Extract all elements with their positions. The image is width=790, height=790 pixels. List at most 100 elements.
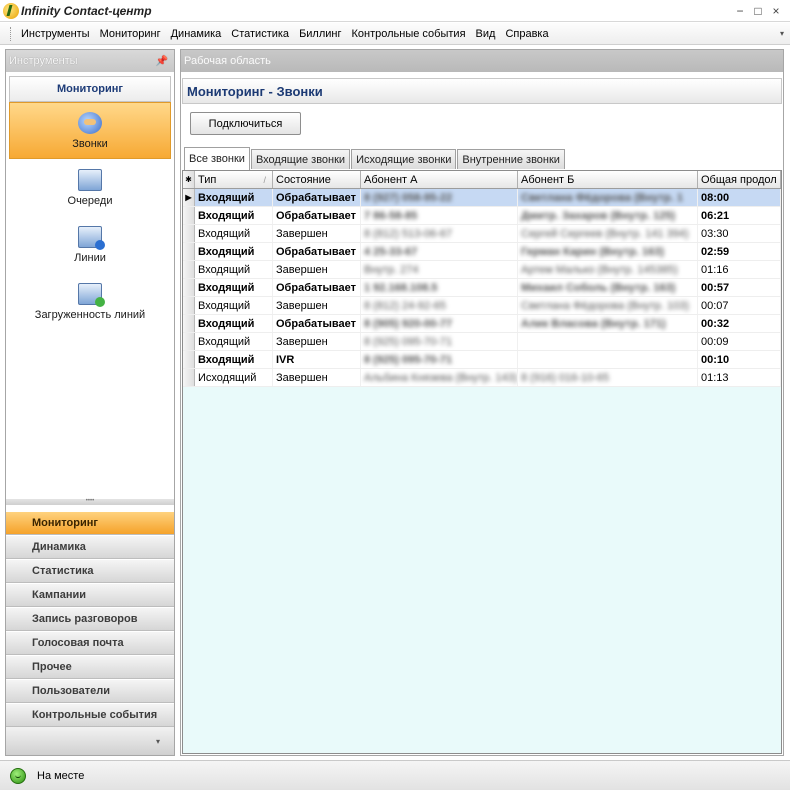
connect-button[interactable]: Подключиться <box>190 112 301 135</box>
table-row[interactable]: Входящий Завершен Внутр. 274 Артем Малько (… <box>183 261 781 279</box>
cell-duration: 00:09 <box>698 333 781 350</box>
tool-item-calls[interactable]: Звонки <box>9 102 171 159</box>
table-row[interactable]: Входящий Обрабатывает 1 92.168.108.5 Михаил… <box>183 279 781 297</box>
row-selector[interactable] <box>183 279 195 296</box>
row-selector[interactable] <box>183 333 195 350</box>
table-row[interactable]: Входящий Завершен 8 (925) 095-70-71 00:09 <box>183 333 781 351</box>
cell-subscriber-a-text: 8 (925) 095-70-71 <box>364 353 453 366</box>
tools-group-title[interactable]: Мониторинг <box>9 76 171 102</box>
row-pointer-icon[interactable]: ▶ <box>183 189 195 206</box>
cell-subscriber-a-text: 8 (812) 24-92-65 <box>364 299 446 312</box>
tab-all-calls[interactable]: Все звонки <box>184 147 250 170</box>
cell-type: Входящий <box>195 333 273 350</box>
cell-state-text: Обрабатывает <box>276 317 356 330</box>
grid-body: ▶ Входящий Обрабатывает 8 (927) 058-95-22 Св… <box>183 189 781 387</box>
menu-monitoring[interactable]: Мониторинг <box>95 28 166 40</box>
cell-state-text: Обрабатывает <box>276 245 356 258</box>
table-row[interactable]: Входящий IVR 8 (925) 095-70-71 00:10 <box>183 351 781 369</box>
nav-monitoring[interactable]: Мониторинг <box>6 511 174 535</box>
maximize-button[interactable]: □ <box>752 4 764 18</box>
row-selector[interactable] <box>183 297 195 314</box>
tab-outgoing-calls[interactable]: Исходящие звонки <box>351 149 457 169</box>
cell-state-text: Завершен <box>276 227 328 240</box>
cell-state: Обрабатывает <box>273 279 361 296</box>
title-bar: Infinity Contact-центр − □ × <box>0 0 790 22</box>
cell-duration-text: 01:13 <box>701 371 729 384</box>
nav-users[interactable]: Пользователи <box>6 679 174 703</box>
tab-internal-calls[interactable]: Внутренние звонки <box>457 149 565 169</box>
menu-control-events[interactable]: Контрольные события <box>347 28 471 40</box>
tool-item-lines[interactable]: Линии <box>9 216 171 273</box>
chevron-down-icon[interactable]: ▾ <box>156 737 160 746</box>
close-button[interactable]: × <box>770 4 782 18</box>
column-header-duration[interactable]: Общая продол <box>698 171 781 188</box>
menu-statistics[interactable]: Статистика <box>226 28 294 40</box>
tool-item-queues[interactable]: Очереди <box>9 159 171 216</box>
row-selector[interactable] <box>183 225 195 242</box>
nav-statistics[interactable]: Статистика <box>6 559 174 583</box>
tool-item-label: Очереди <box>67 194 113 207</box>
cell-type-text: Входящий <box>198 209 255 222</box>
column-header-subscriber-b[interactable]: Абонент Б <box>518 171 698 188</box>
row-selector[interactable] <box>183 261 195 278</box>
minimize-button[interactable]: − <box>734 4 746 18</box>
nav-campaigns[interactable]: Кампании <box>6 583 174 607</box>
workspace-header: Рабочая область <box>181 50 783 72</box>
cell-type: Входящий <box>195 207 273 224</box>
table-row[interactable]: Входящий Завершен 8 (812) 513-06-67 Сергей … <box>183 225 781 243</box>
column-header-type[interactable]: Тип / <box>195 171 273 188</box>
nav-list: Мониторинг Динамика Статистика Кампании … <box>6 511 174 755</box>
row-selector[interactable] <box>183 243 195 260</box>
cell-state: Обрабатывает <box>273 207 361 224</box>
cell-subscriber-a-text: 8 (905) 920-00-77 <box>364 317 453 330</box>
column-header-subscriber-a[interactable]: Абонент А <box>361 171 518 188</box>
cell-duration: 08:00 <box>698 189 781 206</box>
table-row[interactable]: Входящий Завершен 8 (812) 24-92-65 Светлана… <box>183 297 781 315</box>
column-header-state[interactable]: Состояние <box>273 171 361 188</box>
table-row[interactable]: Входящий Обрабатывает 7 86-58-85 Дмитр. Зах… <box>183 207 781 225</box>
grid-corner[interactable]: ✱ <box>183 171 195 188</box>
menu-help[interactable]: Справка <box>500 28 553 40</box>
cell-state-text: Обрабатывает <box>276 281 356 294</box>
table-row[interactable]: ▶ Входящий Обрабатывает 8 (927) 058-95-22 Св… <box>183 189 781 207</box>
nav-control-events[interactable]: Контрольные события <box>6 703 174 727</box>
cell-duration-text: 08:00 <box>701 191 730 204</box>
row-selector[interactable] <box>183 207 195 224</box>
menu-instruments[interactable]: Инструменты <box>16 28 95 40</box>
cell-duration-text: 03:30 <box>701 227 729 240</box>
nav-overflow[interactable]: ▾ <box>6 727 174 755</box>
table-row[interactable]: Исходящий Завершен Альбина Князева (Внутр.… <box>183 369 781 387</box>
status-text: На месте <box>37 769 85 782</box>
cell-type-text: Входящий <box>198 191 255 204</box>
cell-type-text: Входящий <box>198 317 255 330</box>
menu-view[interactable]: Вид <box>471 28 501 40</box>
panel-splitter[interactable]: •••• <box>6 498 174 505</box>
cell-subscriber-b-text: Светлана Фёдорова (Внутр. 103) <box>521 299 690 312</box>
row-selector[interactable] <box>183 315 195 332</box>
menu-billing[interactable]: Биллинг <box>294 28 346 40</box>
pin-icon[interactable]: 📌 <box>156 56 168 67</box>
table-row[interactable]: Входящий Обрабатывает 8 (905) 920-00-77 Али… <box>183 315 781 333</box>
table-row[interactable]: Входящий Обрабатывает 4 25-33-67 Герман Кар… <box>183 243 781 261</box>
cell-subscriber-b-text: 8 (916) 016-10-65 <box>521 371 610 384</box>
nav-voicemail[interactable]: Голосовая почта <box>6 631 174 655</box>
cell-subscriber-a-text: Альбина Князева (Внутр. 143) <box>364 371 518 384</box>
nav-other[interactable]: Прочее <box>6 655 174 679</box>
menu-overflow-icon[interactable]: ▾ <box>780 29 784 38</box>
nav-dynamics[interactable]: Динамика <box>6 535 174 559</box>
menu-dynamics[interactable]: Динамика <box>166 28 227 40</box>
cell-duration-text: 00:32 <box>701 317 730 330</box>
cell-subscriber-a: 1 92.168.108.5 <box>361 279 518 296</box>
tab-incoming-calls[interactable]: Входящие звонки <box>250 149 351 169</box>
row-selector[interactable] <box>183 369 195 386</box>
row-selector[interactable] <box>183 351 195 368</box>
status-smiley-icon[interactable] <box>10 767 26 784</box>
status-bar: На месте <box>0 760 790 790</box>
cell-type: Входящий <box>195 261 273 278</box>
tool-item-label: Линии <box>74 251 106 264</box>
tool-item-line-load[interactable]: Загруженность линий <box>9 273 171 330</box>
nav-call-recordings[interactable]: Запись разговоров <box>6 607 174 631</box>
cell-subscriber-b: 8 (916) 016-10-65 <box>518 369 698 386</box>
cell-subscriber-b: Дмитр. Захаров (Внутр. 125) <box>518 207 698 224</box>
cell-state-text: Обрабатывает <box>276 209 356 222</box>
